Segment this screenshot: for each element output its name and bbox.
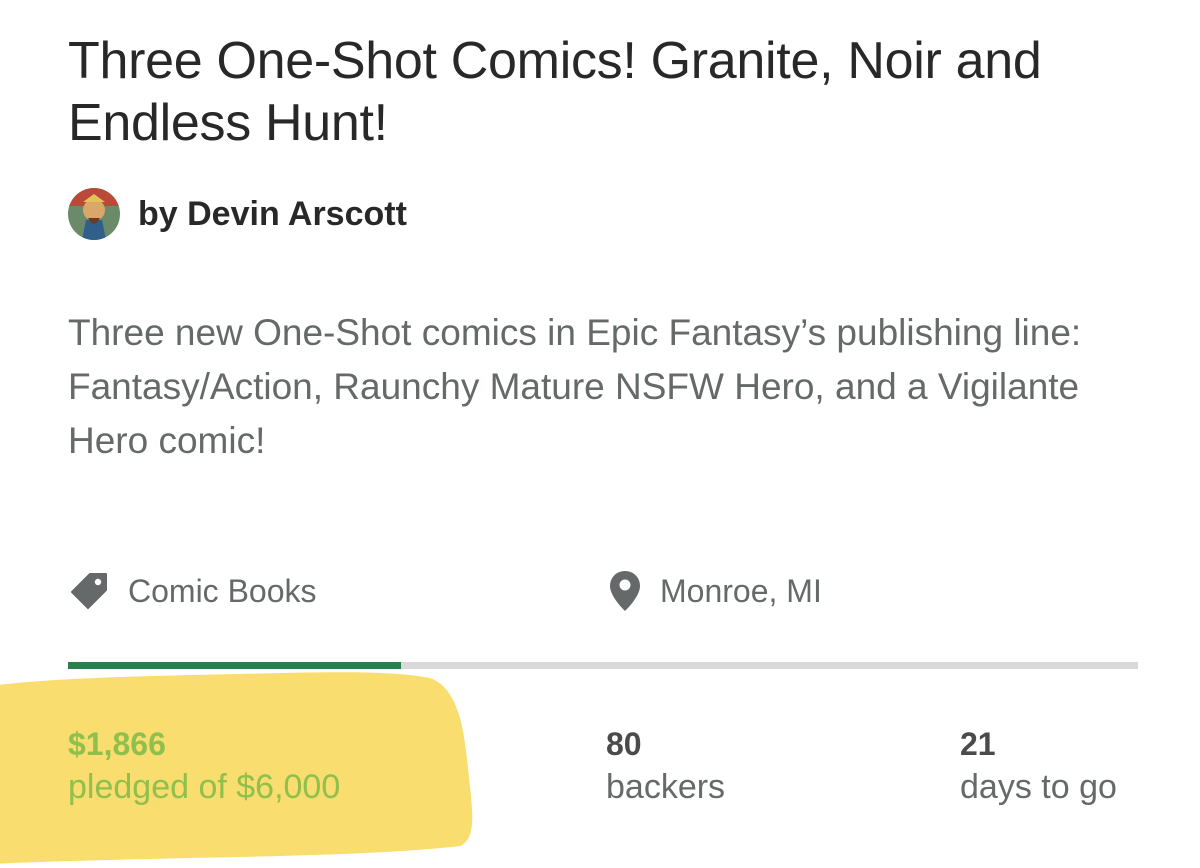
creator-avatar[interactable] (68, 188, 120, 240)
stat-backers: 80 backers (606, 724, 725, 810)
category-link[interactable]: Comic Books (68, 566, 317, 616)
days-count: 21 (960, 726, 996, 762)
backers-label: backers (606, 768, 726, 806)
project-blurb: Three new One-Shot comics in Epic Fantas… (68, 312, 1082, 461)
backers-count: 80 (606, 726, 642, 762)
pledged-amount: $1,866 (68, 726, 166, 762)
category-label[interactable]: Comic Books (128, 573, 317, 610)
project-title: Three One-Shot Comics! Granite, Noir and… (68, 32, 1042, 152)
creator-row[interactable]: by Devin Arscott (68, 188, 407, 240)
funding-progress-fill (68, 662, 401, 669)
funding-progress-bar (68, 662, 1138, 669)
pledged-goal-label: pledged of $6,000 (68, 768, 341, 806)
location-link[interactable]: Monroe, MI (608, 566, 822, 616)
location-label[interactable]: Monroe, MI (660, 573, 822, 610)
stat-pledged: $1,866 pledged of $6,000 (68, 724, 340, 810)
stat-days-to-go: 21 days to go (960, 724, 1117, 810)
creator-name[interactable]: by Devin Arscott (138, 195, 407, 234)
location-pin-icon (610, 571, 640, 611)
avatar-image (68, 188, 120, 240)
days-label: days to go (960, 768, 1117, 806)
tag-icon (71, 573, 107, 609)
